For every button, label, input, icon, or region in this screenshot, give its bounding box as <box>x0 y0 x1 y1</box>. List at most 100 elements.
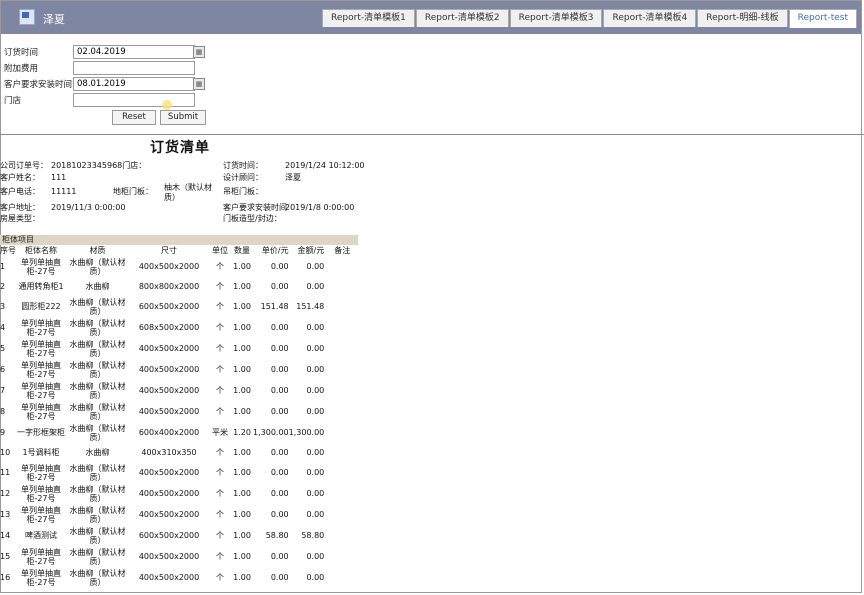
cell-amount: 0.00 <box>306 323 325 332</box>
cell-name: 单列单抽直柜-27号 <box>21 318 61 337</box>
tab-report-detail-line[interactable]: Report-明细-线板 <box>697 9 788 27</box>
cell-remark <box>324 401 360 422</box>
col-header-index: 序号 <box>0 246 16 255</box>
cell-unit: 个 <box>216 468 224 477</box>
cell-unit: 个 <box>216 282 224 291</box>
cell-quantity: 1.00 <box>233 282 251 291</box>
cell-quantity: 1.00 <box>233 302 251 311</box>
install-time-label: 客户要求安装时间 <box>4 80 73 90</box>
cell-unit-price: 0.00 <box>270 510 289 519</box>
cursor-highlight <box>162 100 172 110</box>
cell-amount: 0.00 <box>306 407 325 416</box>
items-body: 1 单列单抽直柜-27号 水曲柳（默认材质） 400x500x2000 个 1.00 0.0… <box>0 256 360 588</box>
reset-button[interactable]: Reset <box>112 110 156 125</box>
cell-index: 11 <box>0 468 11 477</box>
table-row: 1 单列单抽直柜-27号 水曲柳（默认材质） 400x500x2000 个 1.00 0.0… <box>0 256 360 277</box>
cell-size: 600x500x2000 <box>138 531 200 540</box>
hanging-door-label: 吊柜门板： <box>223 187 263 196</box>
cell-remark <box>324 296 360 317</box>
calendar-icon[interactable]: ▦ <box>193 46 205 58</box>
cell-name: 1号调料柜 <box>22 448 60 457</box>
top-bar: 泽夏 Report-清单模板1 Report-清单模板2 Report-清单模板… <box>1 1 861 34</box>
order-time-input[interactable] <box>73 45 195 59</box>
report-title: 订货清单 <box>150 140 210 156</box>
cell-name: 单列单抽直柜-27号 <box>21 257 61 276</box>
cell-name: 圆形柜222 <box>21 302 61 311</box>
company-order-value: 20181023345968门店： <box>51 161 147 170</box>
cell-index: 7 <box>0 386 6 395</box>
cell-quantity: 1.20 <box>233 428 251 437</box>
cell-unit-price: 0.00 <box>270 448 289 457</box>
cell-size: 400x500x2000 <box>138 407 200 416</box>
col-header-quantity: 数量 <box>234 246 250 255</box>
cell-unit-price: 0.00 <box>270 552 289 561</box>
calendar-icon[interactable]: ▦ <box>193 78 205 90</box>
house-type-label: 房屋类型： <box>0 214 40 223</box>
cell-unit: 个 <box>216 386 224 395</box>
cell-index: 16 <box>0 573 11 582</box>
cell-name: 单列单抽直柜-27号 <box>21 339 61 358</box>
cell-material: 水曲柳（默认材质） <box>69 547 126 566</box>
cell-amount: 0.00 <box>306 282 325 291</box>
tab-report-template-3[interactable]: Report-清单模板3 <box>509 9 603 27</box>
cell-remark <box>324 567 360 588</box>
cell-quantity: 1.00 <box>233 365 251 374</box>
cell-quantity: 1.00 <box>233 552 251 561</box>
cell-unit: 个 <box>216 365 224 374</box>
cell-material: 水曲柳（默认材质） <box>69 402 126 421</box>
cell-index: 8 <box>0 407 6 416</box>
cell-size: 400x500x2000 <box>138 262 200 271</box>
cell-unit: 个 <box>216 448 224 457</box>
cell-remark <box>324 443 360 462</box>
cell-material: 水曲柳（默认材质） <box>69 360 126 379</box>
cell-unit-price: 0.00 <box>270 323 289 332</box>
cell-amount: 0.00 <box>306 386 325 395</box>
order-time-info-value: 2019/1/24 10:12:00 <box>285 161 365 170</box>
brand-name: 泽夏 <box>43 13 65 26</box>
cell-remark <box>324 338 360 359</box>
customer-phone-label: 客户电话： <box>0 187 40 196</box>
install-request-value: 2019/1/8 0:00:00 <box>285 203 355 212</box>
cell-size: 400x500x2000 <box>138 344 200 353</box>
customer-phone-value: 11111 <box>51 187 77 196</box>
cell-index: 5 <box>0 344 6 353</box>
cell-unit: 个 <box>216 552 224 561</box>
tab-report-test[interactable]: Report-test <box>788 9 857 28</box>
cell-material: 水曲柳（默认材质） <box>69 423 126 442</box>
cell-amount: 0.00 <box>306 448 325 457</box>
store-input[interactable] <box>73 93 195 107</box>
cell-material: 水曲柳（默认材质） <box>69 505 126 524</box>
cell-quantity: 1.00 <box>233 510 251 519</box>
extra-fee-input[interactable] <box>73 61 195 75</box>
tab-report-template-1[interactable]: Report-清单模板1 <box>322 9 415 27</box>
tab-report-template-4[interactable]: Report-清单模板4 <box>603 9 697 27</box>
cell-material: 水曲柳（默认材质） <box>69 339 126 358</box>
items-table: 序号 柜体名称 材质 尺寸 单位 数量 单价/元 金额/元 备注 1 单列单抽直柜… <box>0 245 360 588</box>
cell-amount: 0.00 <box>306 365 325 374</box>
cell-size: 400x500x2000 <box>138 468 200 477</box>
cell-material: 水曲柳（默认材质） <box>69 381 126 400</box>
cell-unit: 个 <box>216 262 224 271</box>
cell-quantity: 1.00 <box>233 489 251 498</box>
table-row: 2 通用转角柜1 水曲柳 800x800x2000 个 1.00 0.00 0.00 <box>0 277 360 296</box>
cell-size: 600x400x2000 <box>138 428 200 437</box>
cell-name: 单列单抽直柜-27号 <box>21 505 61 524</box>
cell-index: 4 <box>0 323 6 332</box>
cell-size: 800x800x2000 <box>138 282 200 291</box>
cell-quantity: 1.00 <box>233 573 251 582</box>
order-time-info-label: 订货时间： <box>223 161 263 170</box>
table-row: 10 1号调料柜 水曲柳 400x310x350 个 1.00 0.00 0.00 <box>0 443 360 462</box>
extra-fee-label: 附加费用 <box>4 64 39 74</box>
cell-size: 400x310x350 <box>141 448 197 457</box>
cell-amount: 1,300.00 <box>288 428 325 437</box>
tab-report-template-2[interactable]: Report-清单模板2 <box>415 9 509 27</box>
install-time-input[interactable] <box>73 77 195 91</box>
submit-button[interactable]: Submit <box>160 110 206 125</box>
table-row: 15 单列单抽直柜-27号 水曲柳（默认材质） 400x500x2000 个 1.00 0.… <box>0 546 360 567</box>
cell-remark <box>324 483 360 504</box>
cell-index: 14 <box>0 531 11 540</box>
cell-name: 啤酒测试 <box>25 531 57 540</box>
cell-name: 通用转角柜1 <box>18 282 64 291</box>
cabinet-door-value: 柚木（默认材质） <box>164 183 212 202</box>
cell-unit: 个 <box>216 302 224 311</box>
